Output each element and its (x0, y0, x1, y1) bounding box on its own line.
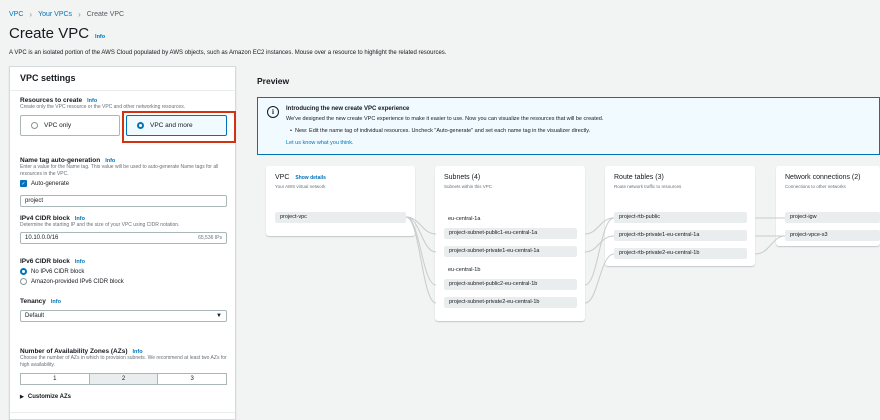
option-label: VPC only (44, 122, 72, 129)
show-details-link[interactable]: Show details (295, 175, 326, 181)
ipv6-section: IPv6 CIDR block Info No IPv6 CIDR block A… (20, 258, 124, 285)
option-vpc-only[interactable]: VPC only (20, 115, 120, 136)
preview-title: Preview (257, 76, 290, 86)
az-option-3[interactable]: 3 (158, 374, 227, 384)
caret-down-icon: ▼ (216, 313, 222, 319)
az-count-selector: 1 2 3 (20, 373, 227, 385)
subnet-item[interactable]: project-subnet-private1-eu-central-1a (444, 246, 577, 257)
auto-generate-label: Auto-generate (31, 180, 70, 187)
subnet-item[interactable]: project-subnet-private2-eu-central-1b (444, 297, 577, 308)
resources-label: Resources to create (20, 97, 83, 104)
tenancy-select[interactable]: Default ▼ (20, 310, 227, 322)
subnets-card-subtitle: Subnets within this VPC (444, 184, 493, 189)
ipv6-option-label: Amazon-provided IPv6 CIDR block (31, 278, 124, 285)
subnet-item[interactable]: project-subnet-public1-eu-central-1a (444, 228, 577, 239)
breadcrumb-current: Create VPC (86, 11, 125, 18)
ipv6-option-none[interactable]: No IPv6 CIDR block (20, 268, 124, 275)
vpc-item[interactable]: project-vpc (275, 212, 406, 223)
info-banner: i Introducing the new create VPC experie… (257, 97, 880, 155)
az-section: Number of Availability Zones (AZs) Info C… (20, 348, 232, 368)
route-tables-card-subtitle: Route network traffic to resources (614, 184, 682, 189)
route-tables-card: Route tables (3) Route network traffic t… (605, 166, 755, 266)
route-tables-card-title: Route tables (3) (614, 174, 664, 181)
radio-icon (20, 278, 27, 285)
resources-label-row: Resources to create Info Create only the … (20, 97, 185, 111)
vpc-card-subtitle: Your AWS virtual network (275, 184, 326, 189)
network-connections-card: Network connections (2) Connections to o… (776, 166, 880, 246)
az-option-2[interactable]: 2 (89, 374, 159, 384)
chevron-right-icon: › (78, 10, 81, 19)
info-icon: i (267, 106, 279, 118)
az-label: Number of Availability Zones (AZs) (20, 348, 128, 355)
ipv6-label: IPv6 CIDR block (20, 258, 70, 265)
chevron-right-icon: › (29, 10, 33, 19)
subnet-item[interactable]: project-subnet-public2-eu-central-1b (444, 279, 577, 290)
radio-icon (31, 122, 38, 129)
resources-hint: Create only the VPC resource or the VPC … (20, 104, 186, 110)
customize-azs-toggle[interactable]: ▶ Customize AZs (20, 394, 71, 400)
subnets-card-title: Subnets (4) (444, 174, 481, 181)
tenancy-value: Default (25, 313, 45, 319)
name-tag-input[interactable]: project (20, 195, 227, 207)
ipv4-value: 10.10.0.0/16 (25, 235, 59, 241)
vpc-settings-panel: VPC settings Resources to create Info Cre… (9, 66, 236, 420)
page-title: Create VPC (9, 25, 90, 42)
ipv4-count: 65,536 IPs (198, 235, 222, 241)
breadcrumb: VPC › Your VPCs › Create VPC (9, 10, 124, 19)
network-item[interactable]: project-igw (785, 212, 880, 223)
highlight-box (122, 111, 236, 143)
ipv4-hint: Determine the starting IP and the size o… (20, 222, 180, 228)
ipv4-cidr-input[interactable]: 10.10.0.0/16 65,536 IPs (20, 232, 227, 244)
az-group-label: eu-central-1a (448, 216, 481, 222)
banner-text: We've designed the new create VPC experi… (286, 116, 604, 122)
route-table-item[interactable]: project-rtb-private1-eu-central-1a (614, 230, 747, 241)
panel-title: VPC settings (10, 67, 235, 91)
route-table-item[interactable]: project-rtb-public (614, 212, 747, 223)
caret-right-icon: ▶ (20, 394, 24, 400)
banner-bullet-text: New: Edit the name tag of individual res… (294, 128, 591, 134)
network-card-subtitle: Connections to other networks (785, 184, 846, 189)
network-card-title: Network connections (2) (785, 174, 861, 181)
route-table-item[interactable]: project-rtb-private2-eu-central-1b (614, 248, 747, 259)
az-group-label: eu-central-1b (448, 267, 481, 273)
page-description: A VPC is an isolated portion of the AWS … (9, 50, 447, 56)
tenancy-section: Tenancy Info (20, 298, 61, 305)
vpc-card-title: VPC (275, 174, 290, 181)
tenancy-info-link[interactable]: Info (51, 299, 61, 305)
name-tag-hint: Enter a value for the Name tag. This val… (20, 164, 219, 177)
network-item[interactable]: project-vpce-s3 (785, 230, 880, 241)
name-tag-label: Name tag auto-generation (20, 157, 101, 164)
page-title-row: Create VPC Info (9, 25, 105, 42)
ipv6-option-amazon[interactable]: Amazon-provided IPv6 CIDR block (20, 278, 124, 285)
tenancy-label: Tenancy (20, 298, 46, 305)
subnets-card: Subnets (4) Subnets within this VPC eu-c… (435, 166, 585, 321)
az-hint: Choose the number of AZs in which to pro… (20, 355, 227, 368)
auto-generate-checkbox[interactable]: ✓ Auto-generate (20, 180, 230, 187)
ipv4-section: IPv4 CIDR block Info Determine the starti… (20, 215, 179, 229)
check-icon: ✓ (20, 180, 27, 187)
vpc-card-header: VPC Show details (275, 174, 326, 181)
name-tag-section: Name tag auto-generation Info Enter a val… (20, 157, 230, 187)
radio-selected-icon (20, 268, 27, 275)
az-option-1[interactable]: 1 (21, 374, 90, 384)
divider (10, 412, 235, 413)
breadcrumb-vpc[interactable]: VPC (9, 11, 23, 18)
banner-title: Introducing the new create VPC experienc… (286, 106, 410, 112)
ipv6-option-label: No IPv6 CIDR block (31, 268, 85, 275)
ipv6-info-link[interactable]: Info (75, 259, 85, 265)
vpc-card: VPC Show details Your AWS virtual networ… (266, 166, 415, 236)
feedback-link[interactable]: Let us know what you think. (286, 140, 354, 146)
banner-bullet: • New: Edit the name tag of individual r… (290, 128, 591, 134)
ipv4-label: IPv4 CIDR block (20, 215, 70, 222)
breadcrumb-your-vpcs[interactable]: Your VPCs (38, 11, 72, 18)
customize-azs-label: Customize AZs (27, 394, 71, 400)
title-info-link[interactable]: Info (95, 34, 105, 40)
